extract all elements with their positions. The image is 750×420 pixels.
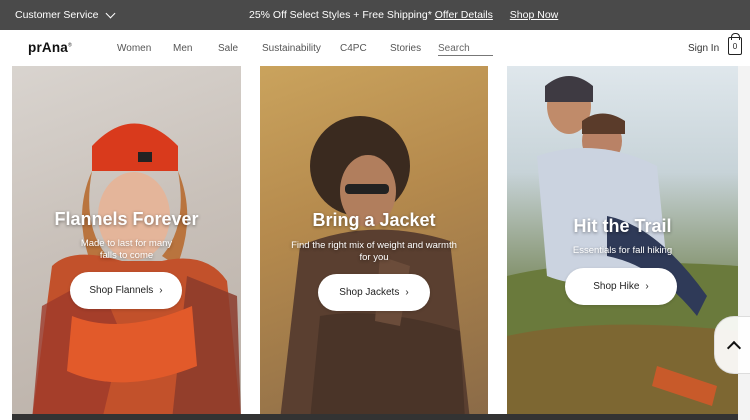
chevron-up-icon: [726, 340, 742, 356]
nav-sustainability[interactable]: Sustainability: [262, 43, 321, 54]
jackets-title: Bring a Jacket: [312, 210, 436, 230]
arrow-right-icon: ›: [405, 287, 409, 298]
hike-title: Hit the Trail: [573, 216, 672, 236]
logo-text: prAna: [28, 40, 69, 55]
bag-count: 0: [732, 42, 738, 51]
shop-flannels-button[interactable]: Shop Flannels ›: [70, 272, 182, 309]
nav-c4pc[interactable]: C4PC: [340, 43, 367, 54]
customer-service-label: Customer Service: [15, 9, 99, 21]
hike-models-image: [507, 76, 738, 420]
bottom-edge: [12, 414, 738, 420]
jackets-subtitle-line-2: for you: [359, 252, 389, 263]
shop-now-link[interactable]: Shop Now: [510, 9, 558, 21]
bag-icon[interactable]: 0: [728, 33, 742, 55]
back-to-top-button[interactable]: [714, 316, 750, 374]
promo-text: 25% Off Select Styles + Free Shipping*: [249, 9, 432, 21]
arrow-right-icon: ›: [645, 281, 649, 292]
prana-logo[interactable]: prAna®: [28, 40, 72, 55]
nav-sale[interactable]: Sale: [218, 43, 238, 54]
promo-message: 25% Off Select Styles + Free Shipping* O…: [249, 9, 558, 21]
shop-jackets-label: Shop Jackets: [339, 287, 400, 298]
flannels-title: Flannels Forever: [54, 209, 199, 229]
nav-stories[interactable]: Stories: [390, 43, 421, 54]
promo-panel-hike[interactable]: Hit the Trail Essentials for fall hiking…: [507, 66, 738, 420]
shop-hike-label: Shop Hike: [593, 281, 640, 292]
search-input[interactable]: [438, 41, 493, 56]
site-header: prAna® Women Men Sale Sustainability C4P…: [0, 30, 750, 66]
nav-women[interactable]: Women: [117, 43, 151, 54]
shop-jackets-button[interactable]: Shop Jackets ›: [318, 274, 430, 311]
promo-panel-flannels[interactable]: Flannels Forever Made to last for many f…: [12, 66, 241, 420]
promo-panel-jackets[interactable]: Bring a Jacket Find the right mix of wei…: [260, 66, 488, 420]
chevron-down-icon: [106, 8, 116, 18]
flannels-subtitle-line-2: falls to come: [99, 250, 154, 261]
shop-hike-button[interactable]: Shop Hike ›: [565, 268, 677, 305]
offer-details-link[interactable]: Offer Details: [435, 9, 493, 21]
jackets-subtitle-line-1: Find the right mix of weight and warmth: [291, 240, 457, 251]
nav-men[interactable]: Men: [173, 43, 192, 54]
flannels-subtitle-line-1: Made to last for many: [80, 238, 173, 249]
promo-bar: Customer Service 25% Off Select Styles +…: [0, 0, 750, 30]
sign-in-link[interactable]: Sign In: [688, 43, 719, 54]
arrow-right-icon: ›: [159, 285, 163, 296]
hike-subtitle-line-1: Essentials for fall hiking: [572, 245, 673, 256]
customer-service-menu[interactable]: Customer Service: [15, 8, 116, 21]
shop-flannels-label: Shop Flannels: [89, 285, 154, 296]
